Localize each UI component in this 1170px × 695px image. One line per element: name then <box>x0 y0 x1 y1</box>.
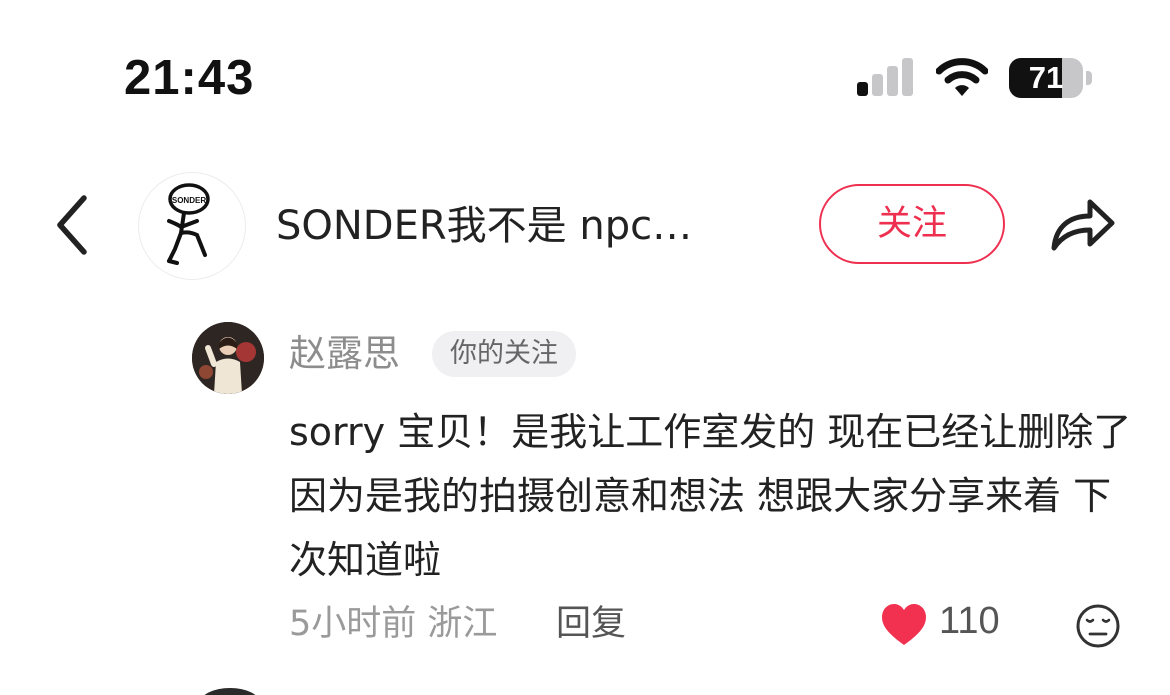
reply-button[interactable]: 回复 <box>556 600 626 648</box>
emoji-face-icon[interactable] <box>1075 603 1121 649</box>
status-time: 21:43 <box>124 51 255 105</box>
signal-bar-3 <box>887 66 898 96</box>
signal-bar-2 <box>872 74 883 96</box>
like-count: 110 <box>939 600 1000 642</box>
commenter-name[interactable]: 赵露思 <box>289 330 400 378</box>
heart-icon[interactable] <box>880 603 928 647</box>
battery-icon: 71 <box>1009 58 1093 98</box>
header-title[interactable]: SONDER我不是 npc… <box>276 200 756 252</box>
commenter-photo <box>192 322 264 394</box>
next-comment-avatar[interactable] <box>200 688 260 695</box>
chevron-left-icon[interactable] <box>48 190 98 260</box>
follow-button[interactable]: 关注 <box>819 184 1005 264</box>
wifi-icon <box>936 58 988 96</box>
comment-text: sorry 宝贝！是我让工作室发的 现在已经让删除了 因为是我的拍摄创意和想法 … <box>289 410 1132 582</box>
comment-time-location: 5小时前 浙江 <box>289 604 498 644</box>
commenter-avatar[interactable] <box>192 322 264 394</box>
following-badge: 你的关注 <box>432 331 576 377</box>
signal-bar-1 <box>857 82 868 96</box>
share-arrow-icon[interactable] <box>1048 190 1118 256</box>
battery-nub <box>1086 71 1092 85</box>
author-avatar[interactable]: SONDER <box>138 172 246 280</box>
cellular-signal-icon <box>857 58 915 96</box>
stick-figure-logo: SONDER <box>167 183 210 265</box>
avatar-logo-text: SONDER <box>172 196 206 205</box>
signal-bar-4 <box>902 58 913 96</box>
battery-level: 71 <box>1028 60 1064 95</box>
